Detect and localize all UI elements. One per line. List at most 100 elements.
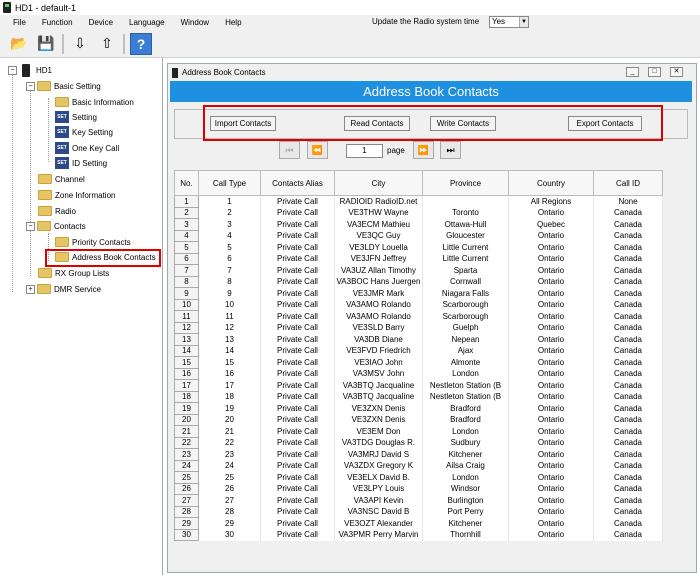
table-cell[interactable]: Ontario (508, 379, 594, 391)
table-cell[interactable]: Nepean (422, 333, 509, 345)
read-contacts-button[interactable]: Read Contacts (344, 116, 410, 131)
table-cell[interactable]: 17 (174, 379, 199, 392)
table-cell[interactable]: Ontario (508, 253, 594, 265)
table-cell[interactable]: 30 (174, 528, 199, 541)
table-cell[interactable]: Private Call (260, 230, 335, 242)
collapse-icon[interactable]: − (26, 81, 35, 91)
table-cell[interactable]: Private Call (260, 310, 335, 322)
table-cell[interactable]: 23 (198, 448, 261, 460)
table-cell[interactable]: 15 (198, 356, 261, 368)
import-contacts-button[interactable]: Import Contacts (210, 116, 276, 131)
table-cell[interactable]: Canada (593, 448, 663, 460)
table-cell[interactable]: VA3DB Diane (334, 333, 423, 345)
table-cell[interactable]: 22 (198, 437, 261, 449)
table-cell[interactable]: Canada (593, 494, 663, 506)
table-cell[interactable]: Nestleton Station (B (422, 391, 509, 403)
maximize-button[interactable]: □ (648, 67, 661, 77)
table-row[interactable]: 6 6 Private Call VE3JFN Jeffrey Little Curre… (174, 252, 663, 265)
table-cell[interactable]: Niagara Falls (422, 287, 509, 299)
table-cell[interactable]: 10 (174, 298, 199, 311)
table-row[interactable]: 14 14 Private Call VE3FVD Friedrich Ajax Onta… (174, 344, 663, 357)
table-cell[interactable]: VA3BOC Hans Juergen (334, 276, 423, 288)
table-cell[interactable]: Kitchener (422, 517, 509, 529)
table-cell[interactable]: 18 (198, 391, 261, 403)
table-cell[interactable]: VA3ECM Mathieu (334, 218, 423, 230)
table-cell[interactable]: Little Current (422, 253, 509, 265)
table-cell[interactable]: 6 (198, 253, 261, 265)
table-cell[interactable]: Ontario (508, 517, 594, 529)
table-cell[interactable]: All Regions (508, 195, 594, 207)
table-cell[interactable]: 2 (198, 207, 261, 219)
table-cell[interactable]: 6 (174, 252, 199, 265)
table-cell[interactable]: 20 (198, 414, 261, 426)
table-cell[interactable]: 2 (174, 206, 199, 219)
table-cell[interactable]: Canada (593, 287, 663, 299)
table-cell[interactable]: Canada (593, 276, 663, 288)
table-cell[interactable]: 25 (174, 471, 199, 484)
table-cell[interactable]: Ontario (508, 460, 594, 472)
table-cell[interactable]: Ontario (508, 506, 594, 518)
table-cell[interactable]: VE3THW Wayne (334, 207, 423, 219)
table-cell[interactable]: Toronto (422, 207, 509, 219)
help-button[interactable]: ? (130, 32, 152, 55)
tree-node-dmr-service[interactable]: + DMR Service (26, 282, 101, 296)
table-cell[interactable]: Canada (593, 506, 663, 518)
table-cell[interactable]: VE3IAO John (334, 356, 423, 368)
table-cell[interactable]: 10 (198, 299, 261, 311)
table-cell[interactable]: 16 (174, 367, 199, 380)
table-cell[interactable]: VE3EM Don (334, 425, 423, 437)
table-cell[interactable]: Private Call (260, 402, 335, 414)
table-cell[interactable]: VE3QC Guy (334, 230, 423, 242)
table-cell[interactable]: Little Current (422, 241, 509, 253)
table-cell[interactable]: VA3NSC David B (334, 506, 423, 518)
table-row[interactable]: 19 19 Private Call VE3ZXN Denis Bradford Onta… (174, 402, 663, 415)
table-cell[interactable]: 27 (198, 494, 261, 506)
table-cell[interactable]: 26 (174, 482, 199, 495)
menu-language[interactable]: Language (129, 18, 165, 27)
table-cell[interactable]: Private Call (260, 253, 335, 265)
table-cell[interactable]: Canada (593, 345, 663, 357)
table-cell[interactable]: Windsor (422, 483, 509, 495)
table-cell[interactable]: Ontario (508, 333, 594, 345)
table-cell[interactable]: Ontario (508, 345, 594, 357)
table-cell[interactable]: Sparta (422, 264, 509, 276)
export-contacts-button[interactable]: Export Contacts (568, 116, 642, 131)
table-cell[interactable]: 9 (174, 287, 199, 300)
column-header[interactable]: Province (422, 170, 509, 196)
table-cell[interactable]: 4 (174, 229, 199, 242)
save-button[interactable]: 💾 (35, 33, 57, 55)
table-cell[interactable]: Bradford (422, 402, 509, 414)
table-cell[interactable]: Ontario (508, 414, 594, 426)
table-cell[interactable]: RADIOID RadioID.net (334, 195, 423, 207)
table-cell[interactable]: Canada (593, 471, 663, 483)
table-cell[interactable]: Private Call (260, 425, 335, 437)
table-cell[interactable]: Private Call (260, 437, 335, 449)
table-cell[interactable]: Canada (593, 333, 663, 345)
table-cell[interactable]: VE3FVD Friedrich (334, 345, 423, 357)
table-cell[interactable]: VE3LPY Louis (334, 483, 423, 495)
table-cell[interactable]: Ottawa-Hull (422, 218, 509, 230)
table-cell[interactable]: 14 (174, 344, 199, 357)
table-row[interactable]: 3 3 Private Call VA3ECM Mathieu Ottawa-Hull Q… (174, 218, 663, 231)
table-cell[interactable]: Canada (593, 402, 663, 414)
table-cell[interactable]: Private Call (260, 414, 335, 426)
table-cell[interactable]: Ontario (508, 471, 594, 483)
table-cell[interactable]: Canada (593, 391, 663, 403)
table-cell[interactable]: 15 (174, 356, 199, 369)
table-cell[interactable]: Ajax (422, 345, 509, 357)
table-cell[interactable]: 21 (174, 425, 199, 438)
tree-node-radio[interactable]: Radio (38, 204, 76, 218)
table-cell[interactable]: 30 (198, 529, 261, 541)
table-cell[interactable]: 3 (198, 218, 261, 230)
table-cell[interactable]: Port Perry (422, 506, 509, 518)
table-cell[interactable]: VA3API Kevin (334, 494, 423, 506)
table-cell[interactable]: Canada (593, 299, 663, 311)
table-row[interactable]: 12 12 Private Call VE3SLD Barry Guelph Ontari… (174, 321, 663, 334)
table-cell[interactable]: VE3SLD Barry (334, 322, 423, 334)
table-cell[interactable]: Private Call (260, 207, 335, 219)
tree-node-contacts[interactable]: − Contacts (26, 219, 86, 233)
table-row[interactable]: 7 7 Private Call VA3UZ Allan Timothy Sparta O… (174, 264, 663, 277)
previous-page-icon[interactable]: ⏪ (307, 141, 328, 159)
table-row[interactable]: 10 10 Private Call VA3AMO Rolando Scarboroug… (174, 298, 663, 311)
table-row[interactable]: 28 28 Private Call VA3NSC David B Port Perry… (174, 505, 663, 518)
